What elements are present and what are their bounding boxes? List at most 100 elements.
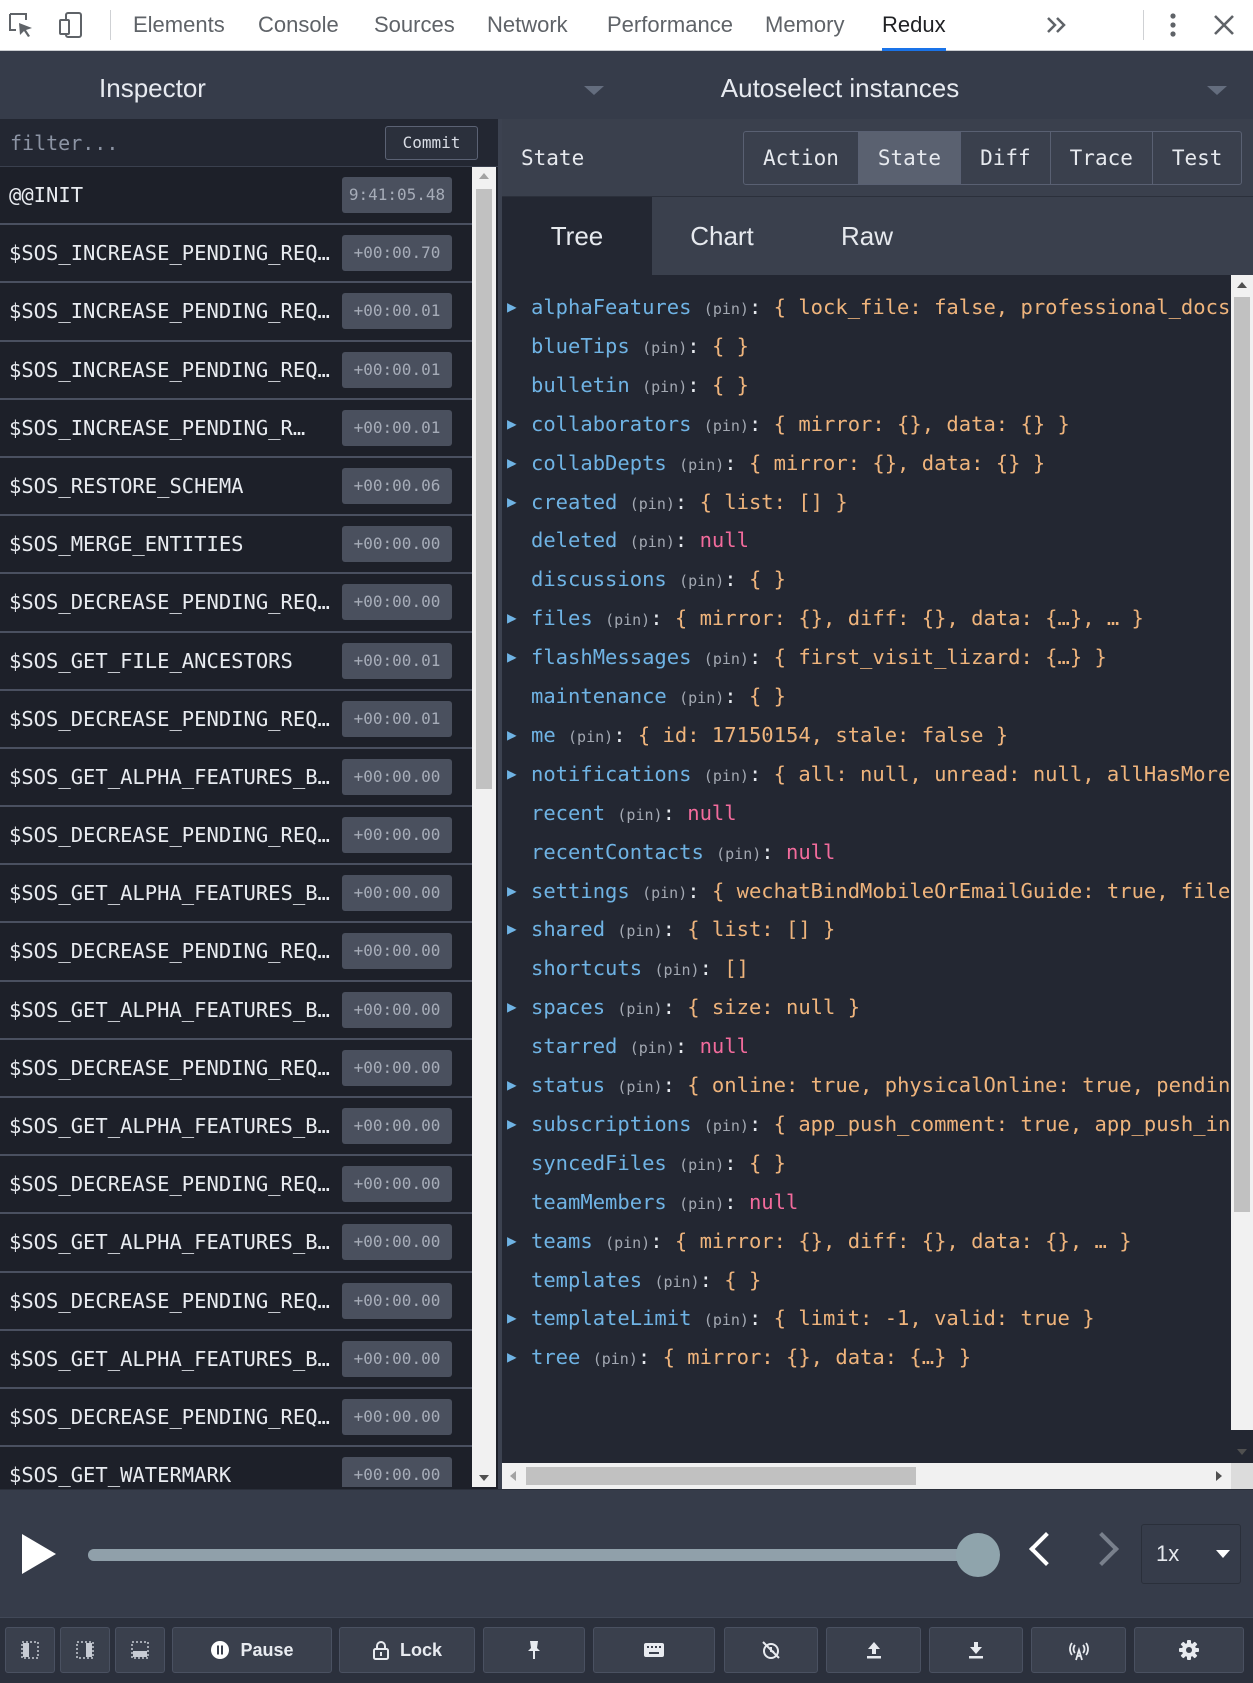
commit-button[interactable]: Commit: [385, 126, 478, 160]
pin-toggle[interactable]: (pin): [704, 417, 749, 435]
scrollbar-thumb[interactable]: [476, 189, 492, 789]
export-button[interactable]: [929, 1627, 1023, 1673]
step-back-icon[interactable]: [1029, 1532, 1063, 1566]
expand-arrow-icon[interactable]: ▶: [507, 1298, 517, 1338]
expand-arrow-icon[interactable]: ▶: [507, 637, 517, 677]
pin-toggle[interactable]: (pin): [630, 1039, 675, 1057]
action-item[interactable]: $SOS_INCREASE_PENDING_REQ… +00:00.70: [0, 225, 472, 284]
action-item[interactable]: $SOS_DECREASE_PENDING_REQ… +00:00.01: [0, 691, 472, 749]
scrollbar-thumb[interactable]: [1234, 297, 1250, 1212]
scroll-right-arrow[interactable]: [1216, 1471, 1222, 1481]
action-item[interactable]: $SOS_GET_FILE_ANCESTORS +00:00.01: [0, 633, 472, 691]
scrollbar-thumb[interactable]: [526, 1467, 916, 1485]
lock-button[interactable]: Lock: [339, 1627, 475, 1673]
expand-arrow-icon[interactable]: ▶: [507, 1065, 517, 1105]
expand-arrow-icon[interactable]: ▶: [507, 987, 517, 1027]
pin-toggle[interactable]: (pin): [679, 456, 724, 474]
persist-button[interactable]: [724, 1627, 818, 1673]
action-item[interactable]: $SOS_GET_ALPHA_FEATURES_B… +00:00.00: [0, 982, 472, 1040]
pin-toggle[interactable]: (pin): [617, 1078, 662, 1096]
pin-toggle[interactable]: (pin): [704, 1311, 749, 1329]
action-item[interactable]: $SOS_GET_WATERMARK +00:00.00: [0, 1447, 472, 1487]
slider-handle[interactable]: [956, 1533, 1000, 1577]
play-icon[interactable]: [22, 1534, 56, 1574]
pin-toggle[interactable]: (pin): [654, 961, 699, 979]
pin-toggle[interactable]: (pin): [679, 1195, 724, 1213]
action-item[interactable]: $SOS_INCREASE_PENDING_R… +00:00.01: [0, 400, 472, 458]
action-item[interactable]: $SOS_MERGE_ENTITIES +00:00.00: [0, 516, 472, 575]
view-tab-chart[interactable]: Chart: [647, 197, 797, 275]
device-toolbar-icon[interactable]: [57, 10, 87, 40]
tab-elements[interactable]: Elements: [133, 0, 225, 51]
tab-sources[interactable]: Sources: [374, 0, 455, 51]
pin-toggle[interactable]: (pin): [642, 339, 687, 357]
pin-toggle[interactable]: (pin): [630, 533, 675, 551]
pin-toggle[interactable]: (pin): [654, 1273, 699, 1291]
kebab-menu-icon[interactable]: [1158, 10, 1188, 40]
monitor-tab-state[interactable]: State: [858, 132, 962, 184]
filter-input[interactable]: [10, 127, 370, 159]
remote-button[interactable]: [1031, 1627, 1126, 1673]
pin-toggle[interactable]: (pin): [593, 1350, 638, 1368]
action-item[interactable]: $SOS_GET_ALPHA_FEATURES_B… +00:00.00: [0, 1331, 472, 1389]
state-tree-hscrollbar[interactable]: [502, 1463, 1231, 1489]
expand-arrow-icon[interactable]: ▶: [507, 1337, 517, 1377]
scroll-down-arrow[interactable]: [479, 1475, 489, 1481]
pin-toggle[interactable]: (pin): [605, 1234, 650, 1252]
expand-arrow-icon[interactable]: ▶: [507, 404, 517, 444]
action-item[interactable]: @@INIT 9:41:05.48: [0, 167, 472, 226]
action-item[interactable]: $SOS_DECREASE_PENDING_REQ… +00:00.00: [0, 1040, 472, 1098]
pin-toggle[interactable]: (pin): [617, 1000, 662, 1018]
tab-redux[interactable]: Redux: [882, 0, 946, 51]
close-icon[interactable]: [1209, 10, 1239, 40]
pause-button[interactable]: Pause: [172, 1627, 332, 1673]
action-item[interactable]: $SOS_DECREASE_PENDING_REQ… +00:00.00: [0, 1156, 472, 1215]
pin-toggle[interactable]: (pin): [704, 1117, 749, 1135]
pin-toggle[interactable]: (pin): [642, 884, 687, 902]
right-panel-button[interactable]: [60, 1627, 110, 1673]
keyboard-button[interactable]: [593, 1627, 715, 1673]
pin-toggle[interactable]: (pin): [704, 300, 749, 318]
view-tab-tree[interactable]: Tree: [502, 197, 652, 275]
action-list-scrollbar[interactable]: [472, 167, 496, 1487]
action-item[interactable]: $SOS_GET_ALPHA_FEATURES_B… +00:00.00: [0, 749, 472, 808]
action-item[interactable]: $SOS_DECREASE_PENDING_REQ… +00:00.00: [0, 1273, 472, 1331]
settings-button[interactable]: [1134, 1627, 1244, 1673]
action-item[interactable]: $SOS_DECREASE_PENDING_REQ… +00:00.00: [0, 923, 472, 982]
expand-arrow-icon[interactable]: ▶: [507, 482, 517, 522]
expand-arrow-icon[interactable]: ▶: [507, 443, 517, 483]
action-item[interactable]: $SOS_GET_ALPHA_FEATURES_B… +00:00.00: [0, 865, 472, 924]
action-item[interactable]: $SOS_DECREASE_PENDING_REQ… +00:00.00: [0, 1389, 472, 1448]
slider-track[interactable]: [88, 1549, 968, 1561]
pin-toggle[interactable]: (pin): [642, 378, 687, 396]
pin-toggle[interactable]: (pin): [568, 728, 613, 746]
inspect-element-icon[interactable]: [6, 10, 36, 40]
pin-toggle[interactable]: (pin): [679, 1156, 724, 1174]
more-tabs-icon[interactable]: [1043, 12, 1073, 42]
action-item[interactable]: $SOS_DECREASE_PENDING_REQ… +00:00.00: [0, 574, 472, 633]
expand-arrow-icon[interactable]: ▶: [507, 715, 517, 755]
action-item[interactable]: $SOS_INCREASE_PENDING_REQ… +00:00.01: [0, 283, 472, 342]
pin-toggle[interactable]: (pin): [605, 611, 650, 629]
scroll-left-arrow[interactable]: [510, 1471, 516, 1481]
speed-select[interactable]: 1x: [1141, 1524, 1241, 1584]
scroll-down-arrow[interactable]: [1237, 1449, 1247, 1455]
scroll-up-arrow[interactable]: [1237, 282, 1247, 288]
pin-toggle[interactable]: (pin): [617, 922, 662, 940]
expand-arrow-icon[interactable]: ▶: [507, 1104, 517, 1144]
left-panel-button[interactable]: [5, 1627, 55, 1673]
expand-arrow-icon[interactable]: ▶: [507, 871, 517, 911]
pin-toggle[interactable]: (pin): [630, 495, 675, 513]
scroll-up-arrow[interactable]: [479, 173, 489, 179]
monitor-tab-action[interactable]: Action: [744, 132, 859, 184]
action-item[interactable]: $SOS_GET_ALPHA_FEATURES_B… +00:00.00: [0, 1098, 472, 1157]
tab-network[interactable]: Network: [487, 0, 568, 51]
expand-arrow-icon[interactable]: ▶: [507, 1221, 517, 1261]
monitor-tab-diff[interactable]: Diff: [961, 132, 1051, 184]
pin-toggle[interactable]: (pin): [679, 572, 724, 590]
pin-toggle[interactable]: (pin): [704, 650, 749, 668]
bottom-panel-button[interactable]: [115, 1627, 165, 1673]
tab-performance[interactable]: Performance: [607, 0, 733, 51]
pin-toggle[interactable]: (pin): [716, 845, 761, 863]
import-button[interactable]: [826, 1627, 921, 1673]
